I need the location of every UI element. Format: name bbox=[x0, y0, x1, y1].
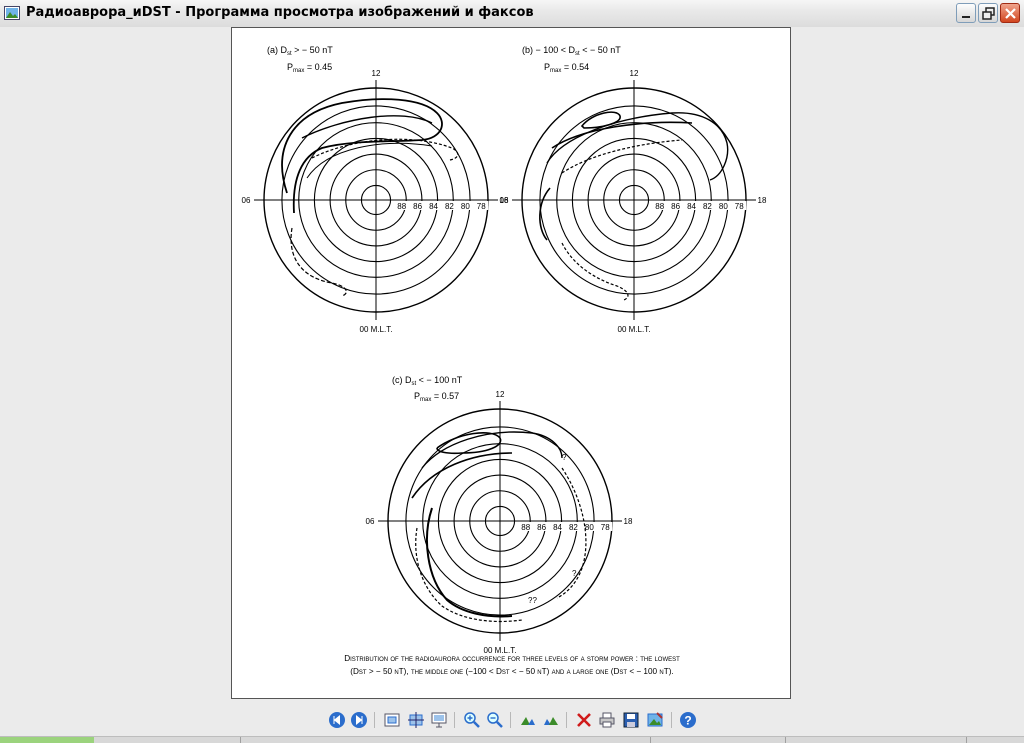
panel-c-question-1: ? bbox=[562, 453, 567, 462]
figure-caption-line-1: Distribution of the radioaurora occurren… bbox=[344, 654, 680, 663]
latitude-label: 78 bbox=[477, 202, 486, 211]
mlt-label-00: 00 M.L.T. bbox=[618, 325, 651, 334]
latitude-label: 78 bbox=[601, 523, 610, 532]
panel-a-title: (a) Dst > − 50 nT bbox=[267, 45, 333, 57]
actual-size-button[interactable] bbox=[407, 711, 425, 729]
figure-canvas: (a) Dst > − 50 nT Pmax = 0.45 (b) − 100 … bbox=[242, 45, 767, 676]
toolbar-separator bbox=[374, 712, 375, 728]
figure-caption-line-2: (Dst > − 50 nT), the middle one (−100 < … bbox=[350, 667, 673, 676]
slideshow-button[interactable] bbox=[430, 711, 448, 729]
polar-dial-a: 1206 1800 M.L.T.88 86 84 82 80 78 bbox=[242, 69, 509, 334]
rotate-counterclockwise-icon bbox=[544, 717, 558, 725]
mlt-label-00: 00 M.L.T. bbox=[360, 325, 393, 334]
latitude-label: 86 bbox=[537, 523, 546, 532]
mlt-label-12: 12 bbox=[630, 69, 639, 78]
restore-icon bbox=[982, 7, 995, 20]
latitude-label: 80 bbox=[585, 523, 594, 532]
document-image: (a) Dst > − 50 nT Pmax = 0.45 (b) − 100 … bbox=[231, 27, 791, 699]
zoom-in-icon bbox=[464, 712, 480, 728]
latitude-label: 84 bbox=[553, 523, 562, 532]
next-image-icon bbox=[351, 712, 367, 728]
latitude-label: 82 bbox=[445, 202, 454, 211]
polar-dial-c: 1206 1800 M.L.T.88 86 84 82 80 78 bbox=[366, 390, 633, 655]
previous-image-icon bbox=[329, 712, 345, 728]
status-segment bbox=[785, 737, 786, 743]
svg-text:?: ? bbox=[684, 714, 691, 728]
latitude-label: 80 bbox=[719, 202, 728, 211]
close-icon bbox=[1005, 8, 1016, 19]
toolbar-separator bbox=[566, 712, 567, 728]
open-in-editor-icon bbox=[647, 712, 663, 727]
viewer-toolbar: ? bbox=[0, 703, 1024, 736]
mlt-label-06: 06 bbox=[366, 517, 375, 526]
latitude-label: 88 bbox=[521, 523, 530, 532]
mlt-label-06: 06 bbox=[242, 196, 251, 205]
mlt-label-06: 06 bbox=[500, 196, 509, 205]
delete-icon bbox=[577, 713, 591, 727]
latitude-label: 86 bbox=[671, 202, 680, 211]
previous-image-button[interactable] bbox=[328, 711, 346, 729]
print-icon bbox=[599, 712, 615, 728]
rotate-clockwise-button[interactable] bbox=[519, 711, 537, 729]
latitude-label: 84 bbox=[429, 202, 438, 211]
mlt-label-18: 18 bbox=[758, 196, 767, 205]
panel-c-question-2: ? bbox=[572, 569, 577, 578]
window-title: Радиоаврора_иDST - Программа просмотра и… bbox=[26, 5, 534, 20]
status-segment bbox=[650, 737, 651, 743]
next-image-button[interactable] bbox=[350, 711, 368, 729]
save-button[interactable] bbox=[622, 711, 640, 729]
help-button[interactable]: ? bbox=[679, 711, 697, 729]
latitude-label: 78 bbox=[735, 202, 744, 211]
slideshow-icon bbox=[431, 712, 447, 728]
status-segment bbox=[240, 737, 241, 743]
help-icon: ? bbox=[680, 712, 696, 728]
restore-button[interactable] bbox=[978, 3, 998, 23]
minimize-icon bbox=[962, 16, 970, 18]
panel-b-pmax: Pmax = 0.54 bbox=[544, 62, 589, 74]
mlt-label-12: 12 bbox=[496, 390, 505, 399]
latitude-label: 86 bbox=[413, 202, 422, 211]
status-segment bbox=[966, 737, 967, 743]
rotate-clockwise-icon bbox=[521, 717, 535, 725]
toolbar-separator bbox=[454, 712, 455, 728]
latitude-label: 82 bbox=[569, 523, 578, 532]
mlt-label-12: 12 bbox=[372, 69, 381, 78]
panel-c-title: (c) Dst < − 100 nT bbox=[392, 375, 463, 387]
close-button[interactable] bbox=[1000, 3, 1020, 23]
mlt-label-18: 18 bbox=[624, 517, 633, 526]
save-icon bbox=[623, 712, 639, 728]
open-in-editor-button[interactable] bbox=[646, 711, 664, 729]
print-button[interactable] bbox=[598, 711, 616, 729]
best-fit-icon bbox=[384, 713, 400, 727]
rotate-counterclockwise-button[interactable] bbox=[542, 711, 560, 729]
panel-a-pmax: Pmax = 0.45 bbox=[287, 62, 332, 74]
panel-c-question-3: ?? bbox=[528, 596, 537, 605]
panel-b-title: (b) − 100 < Dst < − 50 nT bbox=[522, 45, 621, 57]
best-fit-button[interactable] bbox=[383, 711, 401, 729]
latitude-label: 84 bbox=[687, 202, 696, 211]
latitude-label: 80 bbox=[461, 202, 470, 211]
latitude-label: 88 bbox=[655, 202, 664, 211]
image-viewport[interactable]: (a) Dst > − 50 nT Pmax = 0.45 (b) − 100 … bbox=[0, 27, 1024, 703]
title-bar: Радиоаврора_иDST - Программа просмотра и… bbox=[0, 0, 1024, 28]
delete-button[interactable] bbox=[575, 711, 593, 729]
zoom-out-icon bbox=[487, 712, 503, 728]
latitude-label: 82 bbox=[703, 202, 712, 211]
polar-dial-b: 12 06 18 00 M.L.T. 88 86 84 82 80 78 bbox=[500, 69, 767, 334]
minimize-button[interactable] bbox=[956, 3, 976, 23]
toolbar-separator bbox=[671, 712, 672, 728]
contours-a bbox=[281, 98, 459, 297]
panel-c-pmax: Pmax = 0.57 bbox=[414, 391, 459, 403]
actual-size-icon bbox=[408, 712, 424, 728]
toolbar-separator bbox=[510, 712, 511, 728]
zoom-out-button[interactable] bbox=[486, 711, 504, 729]
latitude-label: 88 bbox=[397, 202, 406, 211]
status-progress bbox=[0, 737, 94, 743]
zoom-in-button[interactable] bbox=[463, 711, 481, 729]
image-viewer-icon bbox=[4, 6, 20, 20]
